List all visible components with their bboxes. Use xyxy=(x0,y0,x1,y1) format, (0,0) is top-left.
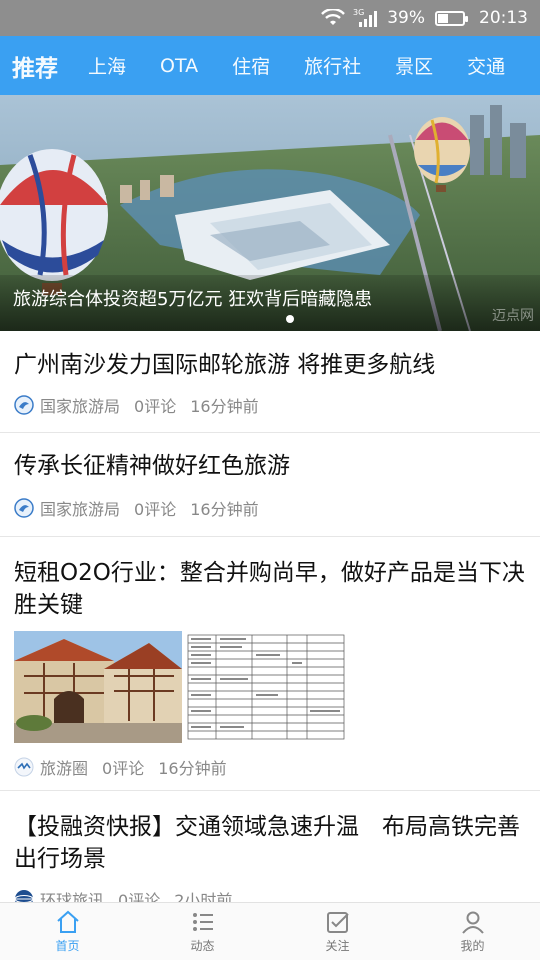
nav-profile[interactable]: 我的 xyxy=(405,903,540,960)
app-screen: 3G 39% 20:13 推荐 上海 OTA 住宿 旅行社 景区 交通 旅游综合… xyxy=(0,0,540,960)
cnta-logo-icon xyxy=(14,395,34,415)
home-icon xyxy=(56,910,79,933)
tab-recommend[interactable]: 推荐 xyxy=(12,49,58,83)
tab-accommodation[interactable]: 住宿 xyxy=(232,52,270,79)
news-meta: 国家旅游局 0评论 16分钟前 xyxy=(14,496,526,520)
news-item[interactable]: 短租O2O行业：整合并购尚早，做好产品是当下决胜关键 旅游圈 0评论 16分钟前 xyxy=(0,537,540,791)
news-meta: 旅游圈 0评论 16分钟前 xyxy=(14,755,526,779)
news-meta: 国家旅游局 0评论 16分钟前 xyxy=(14,393,526,417)
banner-caption: 旅游综合体投资超5万亿元 狂欢背后暗藏隐患 xyxy=(0,275,540,331)
clock: 20:13 xyxy=(479,8,528,28)
tab-travel-agency[interactable]: 旅行社 xyxy=(304,52,361,79)
nav-feed[interactable]: 动态 xyxy=(135,903,270,960)
news-comments: 0评论 xyxy=(102,759,145,778)
signal-icon: 3G xyxy=(353,8,379,28)
news-time: 16分钟前 xyxy=(190,397,259,416)
news-title: 短租O2O行业：整合并购尚早，做好产品是当下决胜关键 xyxy=(14,560,525,618)
tab-ota[interactable]: OTA xyxy=(160,55,198,77)
tab-scenic-area[interactable]: 景区 xyxy=(395,52,433,79)
network-type: 3G xyxy=(353,8,364,17)
news-source: 国家旅游局 xyxy=(40,500,121,519)
nav-home[interactable]: 首页 xyxy=(0,903,135,960)
news-time: 16分钟前 xyxy=(190,500,259,519)
news-item[interactable]: 【投融资快报】交通领域急速升温 布局高铁完善出行场景 环球旅讯 0评论 2小时前 xyxy=(0,791,540,911)
news-item[interactable]: 传承长征精神做好红色旅游 国家旅游局 0评论 16分钟前 xyxy=(0,433,540,537)
nav-follow[interactable]: 关注 xyxy=(270,903,405,960)
lvyouquan-logo-icon xyxy=(14,757,34,777)
list-icon xyxy=(192,913,213,931)
nav-feed-label: 动态 xyxy=(190,939,215,953)
cnta-logo-icon xyxy=(14,498,34,518)
battery-percent: 39% xyxy=(387,8,425,28)
carousel-indicator xyxy=(286,315,294,323)
user-icon xyxy=(461,911,484,934)
news-source: 国家旅游局 xyxy=(40,397,121,416)
bottom-navigation: 首页 动态 关注 我的 xyxy=(0,902,540,960)
thumbnail-house xyxy=(14,631,182,743)
news-time: 16分钟前 xyxy=(158,759,227,778)
checkbox-icon xyxy=(326,912,349,933)
nav-home-label: 首页 xyxy=(55,939,80,953)
category-tabs: 推荐 上海 OTA 住宿 旅行社 景区 交通 xyxy=(0,36,540,95)
news-title: 广州南沙发力国际邮轮旅游 将推更多航线 xyxy=(14,352,436,378)
news-title: 传承长征精神做好红色旅游 xyxy=(14,453,290,479)
tab-shanghai[interactable]: 上海 xyxy=(88,52,126,79)
news-thumbnails xyxy=(14,631,526,743)
nav-profile-label: 我的 xyxy=(460,939,485,953)
news-item[interactable]: 广州南沙发力国际邮轮旅游 将推更多航线 国家旅游局 0评论 16分钟前 xyxy=(0,331,540,433)
banner-watermark: 迈点网 xyxy=(492,308,534,324)
news-title: 【投融资快报】交通领域急速升温 布局高铁完善出行场景 xyxy=(14,814,520,872)
wifi-icon xyxy=(321,9,346,27)
nav-follow-label: 关注 xyxy=(325,939,350,953)
featured-banner[interactable]: 旅游综合体投资超5万亿元 狂欢背后暗藏隐患 迈点网 xyxy=(0,95,540,331)
news-comments: 0评论 xyxy=(134,500,177,519)
thumbnail-document xyxy=(182,631,350,743)
status-bar: 3G 39% 20:13 xyxy=(0,0,540,36)
news-comments: 0评论 xyxy=(134,397,177,416)
tab-transport[interactable]: 交通 xyxy=(467,52,505,79)
battery-icon xyxy=(435,10,468,26)
news-source: 旅游圈 xyxy=(40,759,89,778)
